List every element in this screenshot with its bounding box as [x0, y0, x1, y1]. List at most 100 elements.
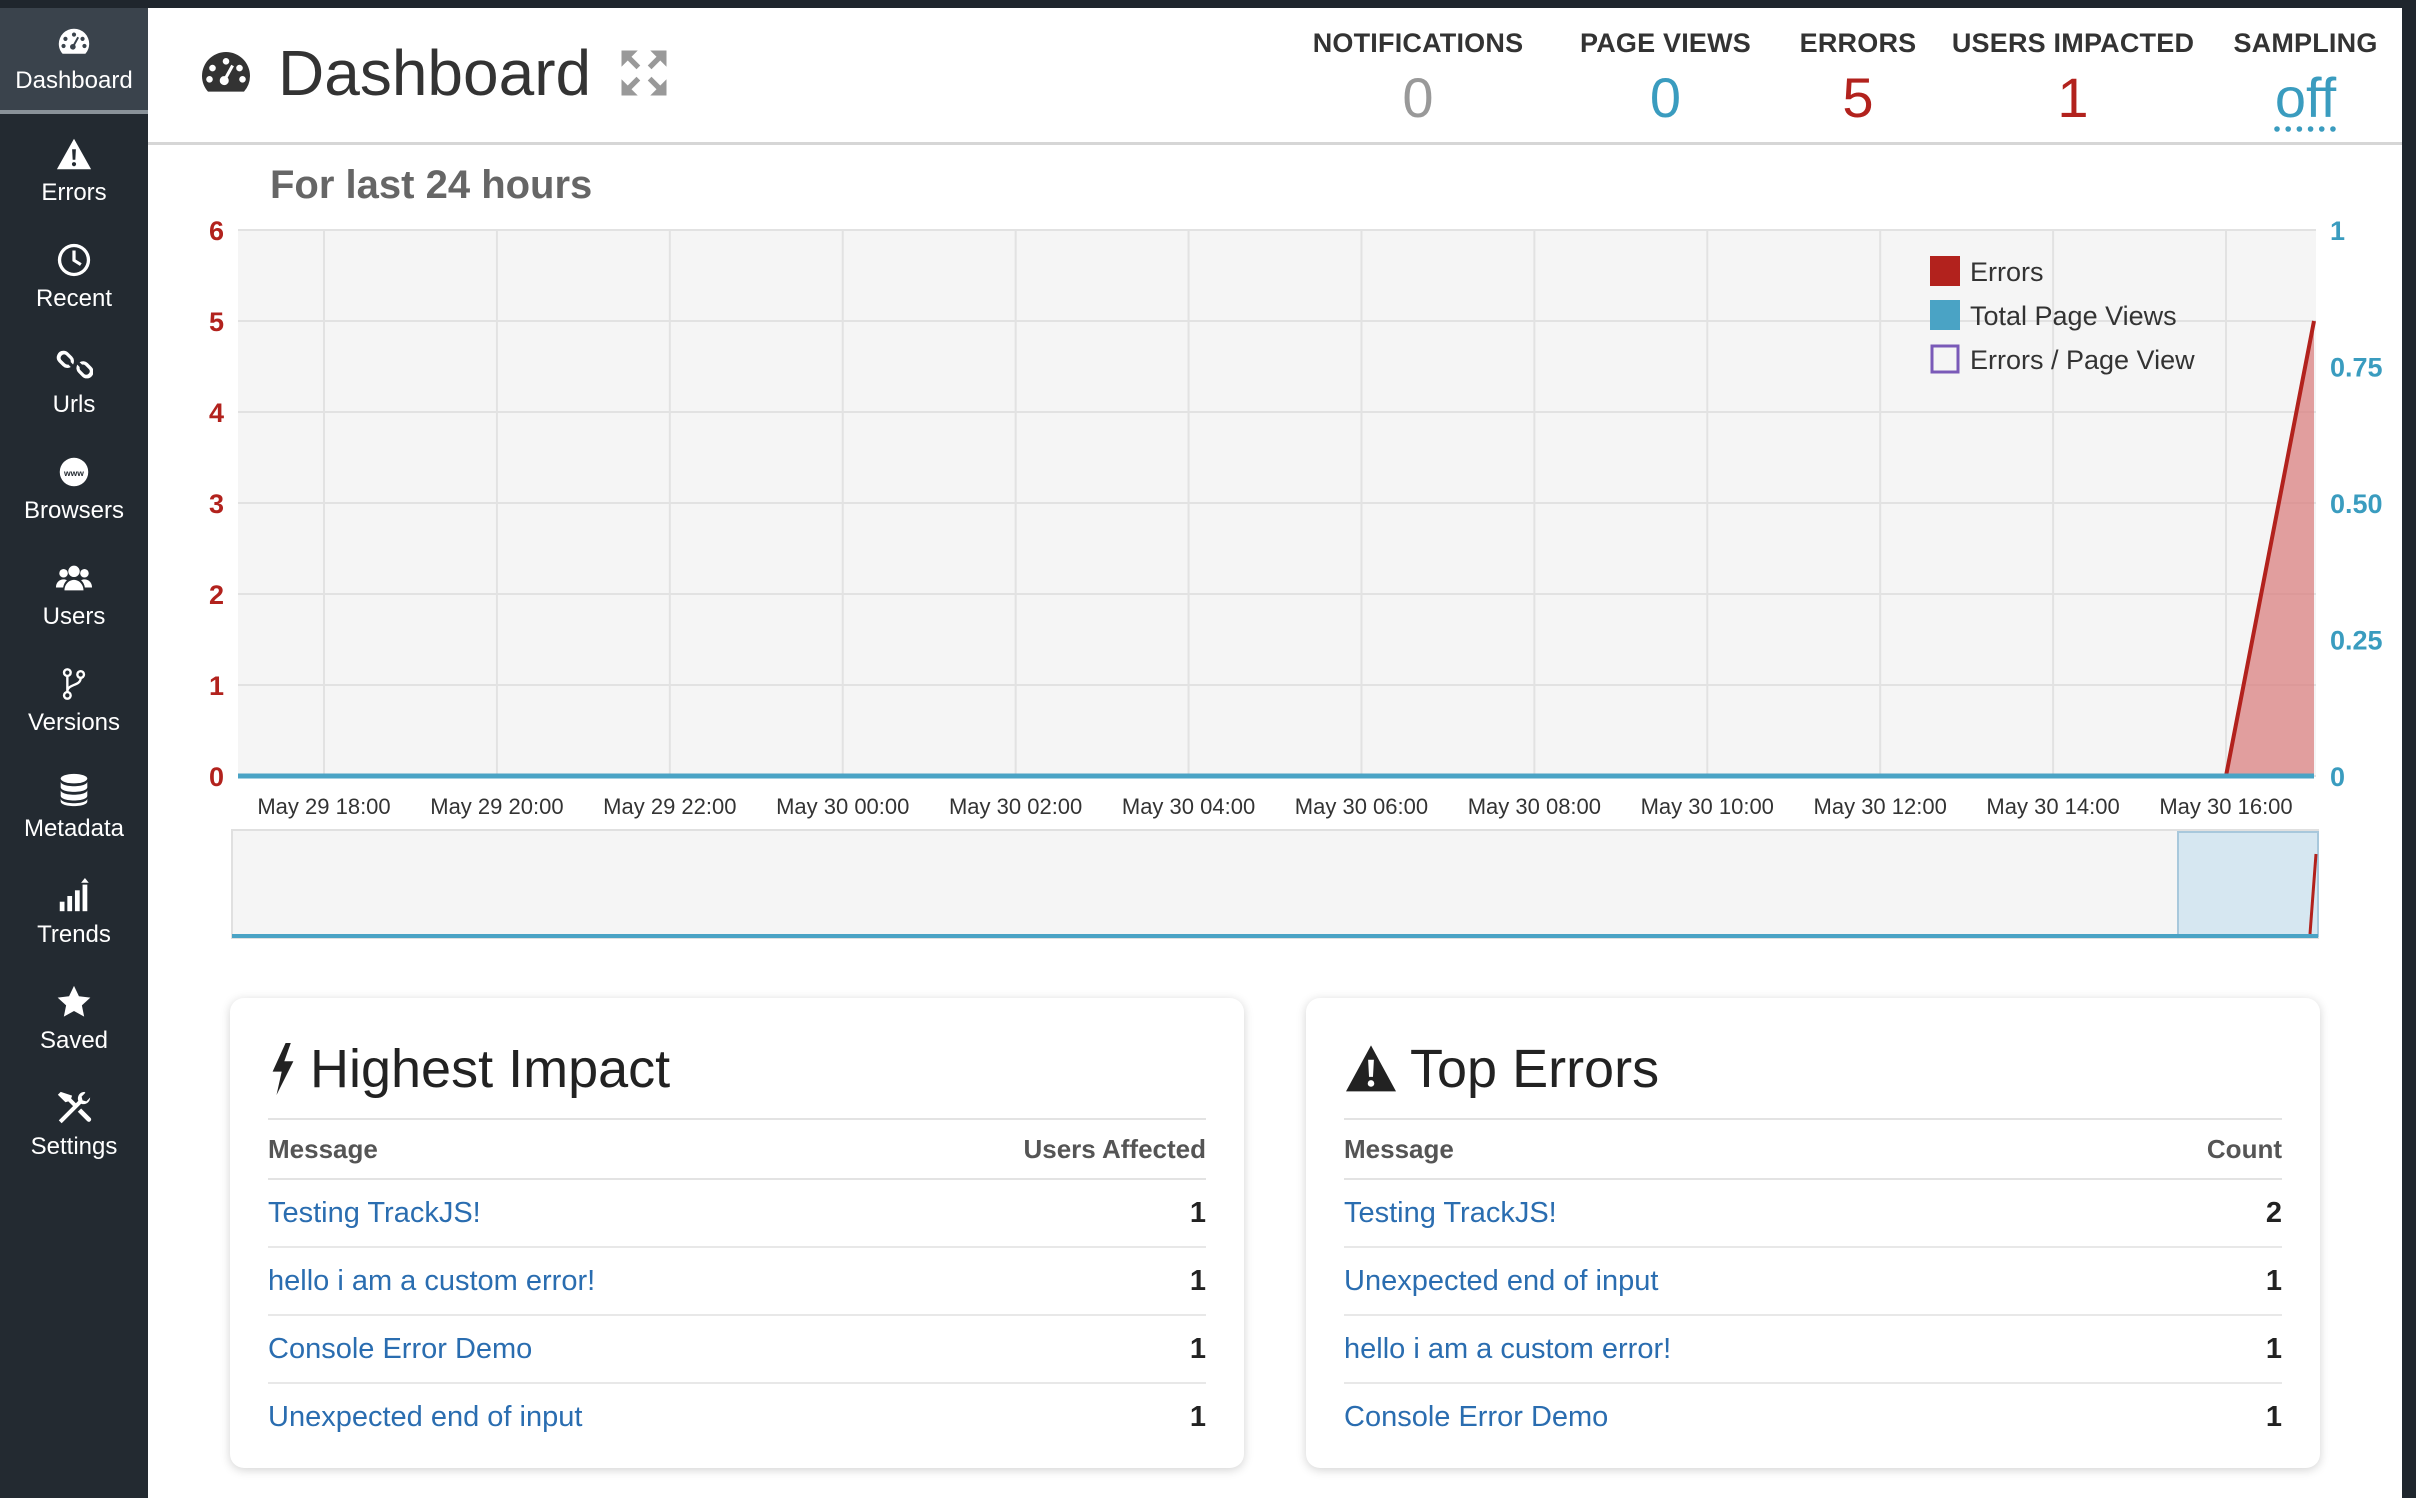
top-errors-card: Top Errors Message Count Testing TrackJS…: [1306, 998, 2320, 1468]
settings-icon: [57, 1091, 92, 1124]
y-tick-left: 4: [209, 398, 224, 428]
navigator-selection: [2177, 831, 2319, 937]
table-row: Testing TrackJS! 1: [268, 1180, 1206, 1248]
error-link[interactable]: hello i am a custom error!: [268, 1265, 595, 1298]
top-errors-table: Message Count Testing TrackJS! 2 Unexpec…: [1344, 1118, 2282, 1450]
x-tick-label: May 30 02:00: [949, 794, 1082, 819]
error-link[interactable]: Testing TrackJS!: [1344, 1197, 1557, 1230]
link-icon: [56, 350, 93, 379]
x-tick-label: May 29 18:00: [257, 794, 390, 819]
y-tick-right: 0.75: [2330, 353, 2383, 383]
clock-icon: [57, 243, 91, 277]
sidebar-item-label: Trends: [37, 921, 111, 948]
highest-impact-card: Highest Impact Message Users Affected Te…: [230, 998, 1244, 1468]
sidebar: Dashboard Errors Recent Urls www Browser…: [0, 8, 148, 1498]
y-tick-right: 0.25: [2330, 626, 2383, 656]
sidebar-item-label: Recent: [35, 285, 113, 312]
users-affected-count: 1: [1189, 1400, 1206, 1433]
column-header-count: Count: [2206, 1133, 2282, 1164]
users-affected-count: 1: [1189, 1332, 1206, 1365]
table-row: hello i am a custom error! 1: [268, 1248, 1206, 1316]
trends-icon: [59, 877, 89, 912]
sidebar-item-label: Urls: [52, 391, 96, 418]
error-link[interactable]: Console Error Demo: [268, 1333, 532, 1366]
error-link[interactable]: Testing TrackJS!: [268, 1197, 481, 1230]
x-tick-label: May 30 06:00: [1295, 794, 1428, 819]
bolt-icon: [272, 1043, 294, 1095]
sidebar-item-label: Saved: [39, 1027, 109, 1054]
column-header-message: Message: [268, 1133, 378, 1164]
error-count: 1: [2265, 1332, 2282, 1365]
error-count: 1: [2265, 1400, 2282, 1433]
sidebar-item-trends[interactable]: Trends: [0, 860, 148, 966]
error-link[interactable]: Unexpected end of input: [1344, 1265, 1658, 1298]
error-count: 2: [2265, 1196, 2282, 1229]
card-header: Highest Impact: [268, 1038, 670, 1100]
table-row: hello i am a custom error! 1: [1344, 1316, 2282, 1384]
warning-icon: [1346, 1045, 1396, 1092]
legend-swatch: [1930, 256, 1960, 286]
x-tick-label: May 30 00:00: [776, 794, 909, 819]
y-tick-left: 2: [209, 580, 224, 610]
card-title: Highest Impact: [310, 1039, 671, 1099]
sidebar-item-browsers[interactable]: www Browsers: [0, 436, 148, 542]
error-link[interactable]: hello i am a custom error!: [1344, 1333, 1671, 1366]
y-tick-left: 6: [209, 216, 224, 246]
table-row: Console Error Demo 1: [1344, 1384, 2282, 1450]
sidebar-item-versions[interactable]: Versions: [0, 648, 148, 754]
users-affected-count: 1: [1189, 1196, 1206, 1229]
error-count: 1: [2265, 1264, 2282, 1297]
x-tick-label: May 30 14:00: [1986, 794, 2119, 819]
x-tick-label: May 30 04:00: [1122, 794, 1255, 819]
x-tick-label: May 29 20:00: [430, 794, 563, 819]
legend-label: Errors: [1970, 257, 2044, 287]
sidebar-item-settings[interactable]: Settings: [0, 1072, 148, 1178]
sidebar-item-label: Users: [42, 603, 106, 630]
legend-swatch: [1930, 300, 1960, 330]
y-tick-left: 1: [209, 671, 224, 701]
sidebar-item-label: Versions: [27, 709, 121, 736]
error-link[interactable]: Unexpected end of input: [268, 1401, 582, 1434]
table-row: Unexpected end of input 1: [1344, 1248, 2282, 1316]
card-header: Top Errors: [1344, 1038, 1659, 1100]
highest-impact-table: Message Users Affected Testing TrackJS! …: [268, 1118, 1206, 1450]
right-edge: [2402, 8, 2416, 1498]
legend-label: Total Page Views: [1970, 301, 2177, 331]
x-tick-label: May 30 10:00: [1641, 794, 1774, 819]
table-header: Message Count: [1344, 1118, 2282, 1180]
star-icon: [57, 985, 91, 1017]
database-icon: [60, 773, 88, 807]
sidebar-item-saved[interactable]: Saved: [0, 966, 148, 1072]
sidebar-item-label: Settings: [30, 1133, 118, 1160]
sidebar-item-label: Errors: [41, 179, 107, 206]
y-tick-left: 0: [209, 762, 224, 792]
x-tick-label: May 30 12:00: [1814, 794, 1947, 819]
svg-text:www: www: [63, 468, 84, 478]
y-tick-left: 5: [209, 307, 224, 337]
navigator-track: [231, 829, 2319, 939]
sidebar-item-dashboard[interactable]: Dashboard: [0, 8, 148, 114]
sidebar-item-recent[interactable]: Recent: [0, 224, 148, 330]
y-tick-right: 0.50: [2330, 489, 2383, 519]
sidebar-item-metadata[interactable]: Metadata: [0, 754, 148, 860]
users-icon: [55, 565, 93, 591]
sidebar-item-label: Dashboard: [15, 67, 133, 94]
legend-label: Errors / Page View: [1970, 345, 2195, 375]
top-bar: [0, 0, 2416, 8]
y-tick-right: 0: [2330, 762, 2345, 792]
sidebar-item-users[interactable]: Users: [0, 542, 148, 648]
table-header: Message Users Affected: [268, 1118, 1206, 1180]
branch-icon: [62, 668, 86, 700]
table-row: Unexpected end of input 1: [268, 1384, 1206, 1450]
sidebar-item-label: Browsers: [23, 497, 125, 524]
column-header-users-affected: Users Affected: [1023, 1133, 1206, 1164]
error-link[interactable]: Console Error Demo: [1344, 1401, 1608, 1434]
sidebar-item-urls[interactable]: Urls: [0, 330, 148, 436]
main-content: Dashboard NOTIFICATIONS 0 PAGE VIEWS 0 E…: [148, 8, 2402, 1498]
card-title: Top Errors: [1410, 1039, 1660, 1099]
sidebar-item-errors[interactable]: Errors: [0, 118, 148, 224]
users-affected-count: 1: [1189, 1264, 1206, 1297]
warning-icon: [56, 138, 92, 170]
table-row: Console Error Demo 1: [268, 1316, 1206, 1384]
www-icon: www: [59, 457, 89, 487]
